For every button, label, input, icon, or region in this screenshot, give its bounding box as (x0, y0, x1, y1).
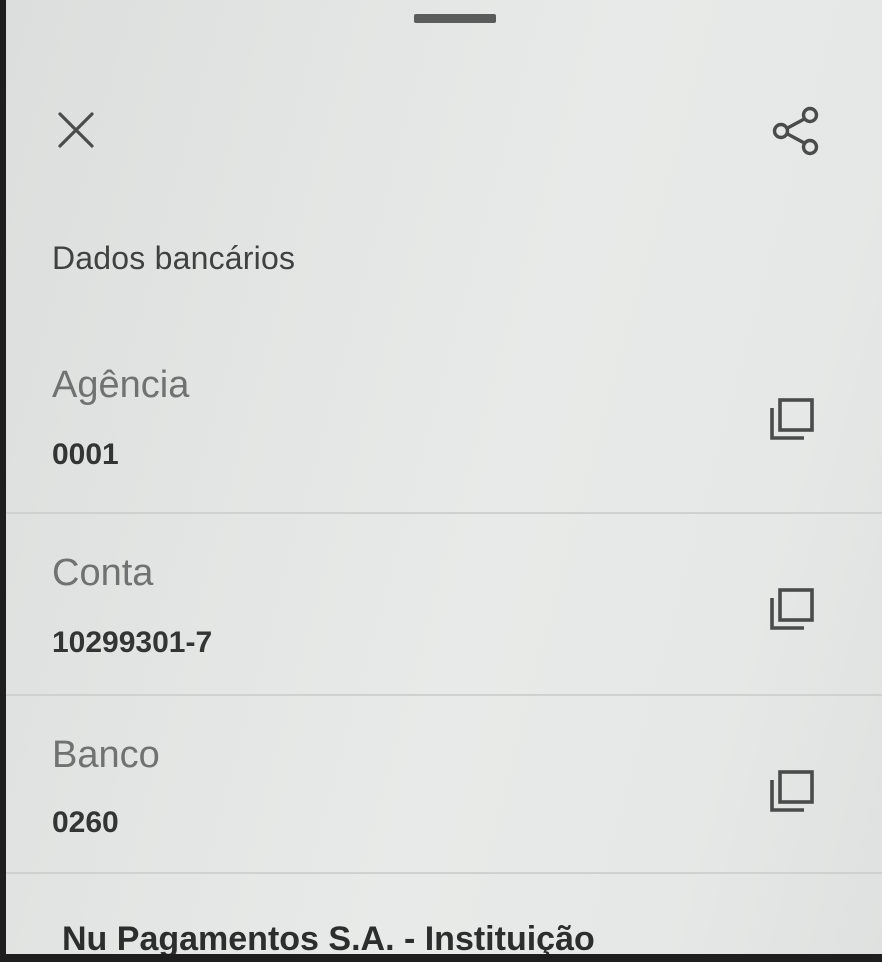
share-icon (772, 106, 819, 156)
screen-bottom-edge (0, 954, 882, 962)
agencia-value: 0001 (52, 438, 119, 471)
divider (6, 694, 882, 696)
copy-icon (770, 770, 814, 812)
share-button[interactable] (766, 100, 826, 160)
conta-label: Conta (52, 552, 154, 594)
banco-value: 0260 (52, 806, 119, 839)
banco-label: Banco (52, 734, 160, 776)
close-icon (58, 112, 94, 148)
copy-icon (770, 588, 814, 630)
conta-value: 10299301-7 (52, 626, 213, 659)
copy-icon (770, 398, 814, 440)
divider (6, 872, 882, 874)
divider (6, 512, 882, 514)
copy-agencia-button[interactable] (764, 392, 820, 448)
copy-banco-button[interactable] (764, 764, 820, 820)
section-title: Dados bancários (52, 240, 296, 276)
copy-conta-button[interactable] (764, 582, 820, 638)
close-button[interactable] (52, 106, 100, 154)
drag-handle[interactable] (414, 14, 496, 23)
agencia-label: Agência (52, 364, 190, 406)
bank-details-sheet: Dados bancários Agência 0001 Conta 10299… (6, 0, 882, 962)
